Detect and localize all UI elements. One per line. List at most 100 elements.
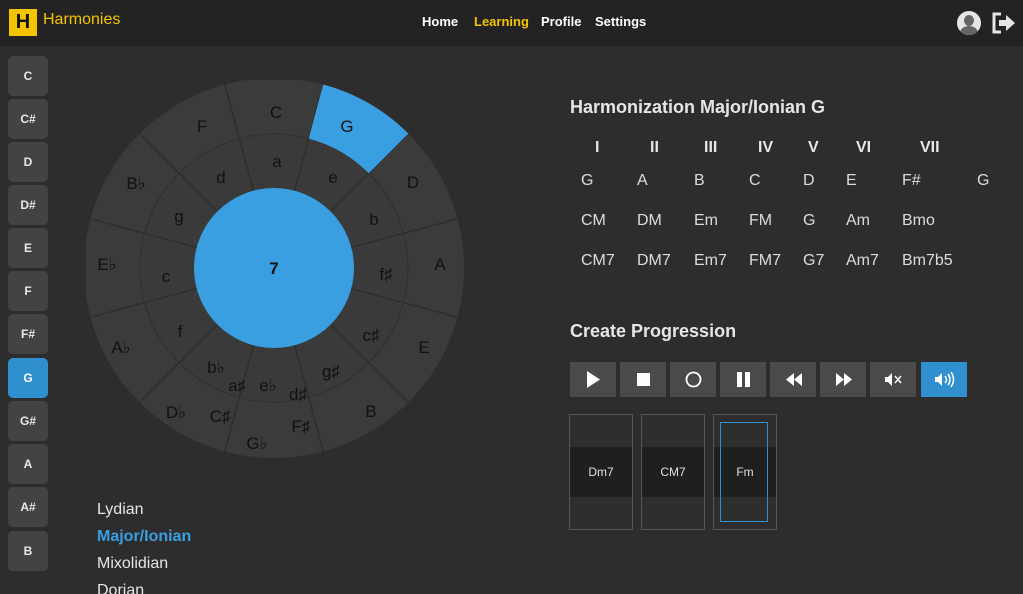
note-cell[interactable]: G — [581, 172, 593, 190]
note-cell[interactable]: C — [749, 172, 761, 190]
minor-label-d-sharp[interactable]: d♯ — [289, 385, 307, 404]
card-chord-label: CM7 — [660, 465, 686, 479]
app-name[interactable]: Harmonies — [43, 11, 120, 29]
outer-label-b[interactable]: B — [365, 402, 376, 421]
outer-label-a[interactable]: A — [434, 255, 446, 274]
outer-label-e[interactable]: E — [418, 338, 429, 357]
chord7-cell[interactable]: CM7 — [581, 252, 615, 270]
rewind-button[interactable] — [770, 362, 816, 397]
chord-cell[interactable]: Am — [846, 212, 870, 230]
chord7-cell[interactable]: G7 — [803, 252, 824, 270]
key-button-f[interactable]: F — [8, 271, 48, 311]
key-button-d[interactable]: D — [8, 142, 48, 182]
app-logo[interactable]: H — [9, 9, 37, 36]
mode-item-major-ionian[interactable]: Major/Ionian — [97, 528, 191, 546]
minor-label-g-sharp[interactable]: g♯ — [322, 362, 340, 381]
minor-label-g[interactable]: g — [174, 207, 183, 226]
degree-header: VI — [856, 139, 872, 156]
user-avatar-icon[interactable] — [957, 11, 981, 35]
outer-label-f-sharp[interactable]: F♯ — [292, 417, 311, 436]
chord-cell[interactable]: Bmo — [902, 212, 935, 230]
minor-label-d[interactable]: d — [216, 168, 225, 187]
minor-label-f[interactable]: f — [178, 322, 183, 341]
minor-label-c[interactable]: c — [162, 267, 171, 286]
circle-of-fifths[interactable]: 7 C G D A E B G♭ D♭ A♭ E♭ B♭ F a e b f♯ … — [86, 80, 466, 464]
key-button-e[interactable]: E — [8, 228, 48, 268]
key-button-c[interactable]: C — [8, 56, 48, 96]
fast-forward-icon — [836, 373, 852, 386]
chord7-cell[interactable]: Am7 — [846, 252, 879, 270]
volume-icon — [935, 371, 955, 388]
progression-card[interactable]: Dm7 — [569, 414, 633, 530]
outer-label-g-flat[interactable]: G♭ — [246, 434, 267, 453]
chord-cell[interactable]: G — [803, 212, 815, 230]
chord-cell[interactable]: FM — [749, 212, 772, 230]
minor-label-b[interactable]: b — [369, 210, 378, 229]
minor-label-c-sharp[interactable]: c♯ — [363, 326, 381, 345]
key-button-a-sharp[interactable]: A# — [8, 487, 48, 527]
chord7-cell[interactable]: DM7 — [637, 252, 671, 270]
minor-label-b-flat[interactable]: b♭ — [207, 358, 224, 377]
mode-item-lydian[interactable]: Lydian — [97, 501, 144, 519]
minor-label-f-sharp[interactable]: f♯ — [379, 265, 393, 284]
key-button-d-sharp[interactable]: D# — [8, 185, 48, 225]
mode-item-mixolidian[interactable]: Mixolidian — [97, 555, 168, 573]
minor-label-a-sharp[interactable]: a♯ — [229, 378, 246, 395]
degree-header: IV — [758, 139, 774, 156]
chord7-cell[interactable]: Bm7b5 — [902, 252, 953, 270]
key-button-c-sharp[interactable]: C# — [8, 99, 48, 139]
note-cell[interactable]: F# — [902, 172, 921, 190]
note-cell[interactable]: G — [977, 172, 989, 190]
center-label: 7 — [269, 259, 278, 278]
record-button[interactable] — [670, 362, 716, 397]
outer-label-g[interactable]: G — [340, 117, 353, 136]
chord7-cell[interactable]: FM7 — [749, 252, 781, 270]
nav-learning[interactable]: Learning — [474, 14, 529, 29]
outer-label-e-flat[interactable]: E♭ — [97, 255, 116, 274]
note-cell[interactable]: A — [637, 172, 648, 190]
nav-profile[interactable]: Profile — [541, 14, 581, 29]
mode-item-dorian[interactable]: Dorian — [97, 582, 144, 594]
fast-forward-button[interactable] — [820, 362, 866, 397]
outer-label-b-flat[interactable]: B♭ — [126, 174, 145, 193]
volume-button[interactable] — [921, 362, 967, 397]
key-button-g[interactable]: G — [8, 358, 48, 398]
pause-icon — [737, 372, 750, 387]
logout-icon[interactable] — [991, 11, 1017, 35]
progression-card-selected[interactable]: Fm — [713, 414, 777, 530]
outer-label-f[interactable]: F — [197, 117, 207, 136]
minor-label-e[interactable]: e — [328, 168, 337, 187]
key-button-a[interactable]: A — [8, 444, 48, 484]
note-cell[interactable]: B — [694, 172, 705, 190]
key-button-g-sharp[interactable]: G# — [8, 401, 48, 441]
progression-title: Create Progression — [570, 321, 737, 341]
pause-button[interactable] — [720, 362, 766, 397]
note-cell[interactable]: D — [803, 172, 815, 190]
chord-cell[interactable]: Em — [694, 212, 718, 230]
play-button[interactable] — [570, 362, 616, 397]
outer-label-a-flat[interactable]: A♭ — [111, 338, 130, 357]
mute-button[interactable] — [870, 362, 916, 397]
degree-header: V — [808, 139, 819, 156]
stop-button[interactable] — [620, 362, 666, 397]
outer-label-c-sharp[interactable]: C♯ — [210, 407, 231, 426]
degree-header: III — [704, 139, 718, 156]
key-button-f-sharp[interactable]: F# — [8, 314, 48, 354]
progression-card[interactable]: CM7 — [641, 414, 705, 530]
chord7-cell[interactable]: Em7 — [694, 252, 727, 270]
record-icon — [685, 371, 702, 388]
card-chord-label: Fm — [736, 465, 754, 479]
minor-label-e-flat[interactable]: e♭ — [259, 376, 276, 395]
degree-header: VII — [920, 139, 940, 156]
key-button-b[interactable]: B — [8, 531, 48, 571]
minor-label-a[interactable]: a — [272, 152, 282, 171]
chord-cell[interactable]: CM — [581, 212, 606, 230]
nav-home[interactable]: Home — [422, 14, 458, 29]
play-icon — [587, 371, 600, 388]
outer-label-c[interactable]: C — [270, 103, 282, 122]
note-cell[interactable]: E — [846, 172, 857, 190]
nav-settings[interactable]: Settings — [595, 14, 646, 29]
chord-cell[interactable]: DM — [637, 212, 662, 230]
outer-label-d-flat[interactable]: D♭ — [166, 403, 186, 422]
outer-label-d[interactable]: D — [407, 173, 419, 192]
